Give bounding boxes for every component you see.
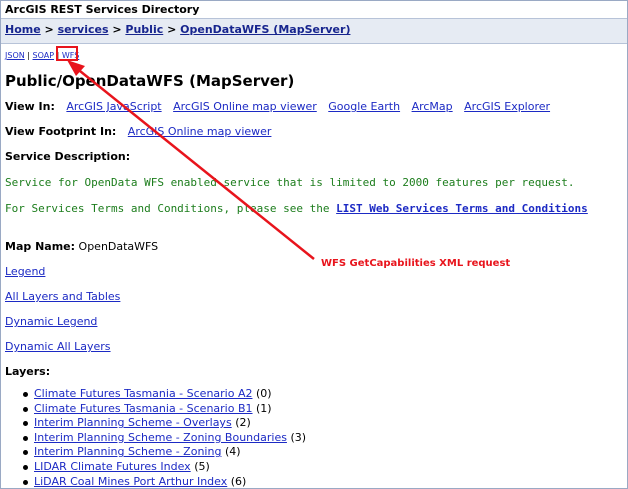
annotation-arrow-icon: [67, 60, 315, 260]
browser-page: ArcGIS REST Services Directory Home > se…: [0, 0, 628, 489]
annotation-label: WFS GetCapabilities XML request: [321, 258, 511, 269]
